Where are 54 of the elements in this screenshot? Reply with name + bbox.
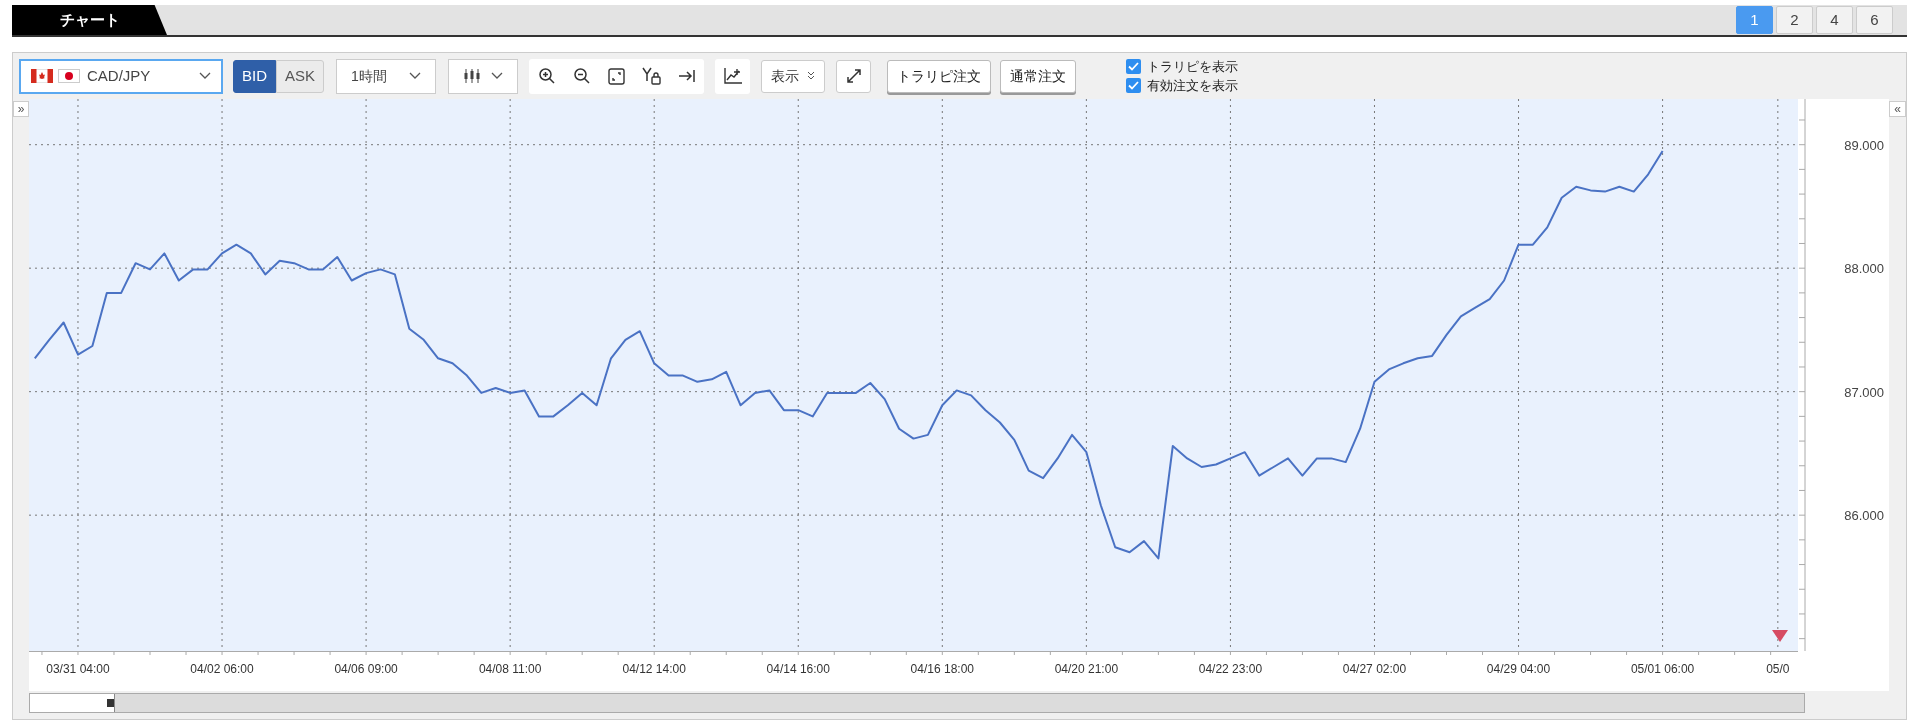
candlestick-icon bbox=[463, 68, 482, 84]
checkbox[interactable] bbox=[1126, 59, 1142, 74]
checkbox[interactable] bbox=[1126, 78, 1142, 93]
y-axis-label: 89.000 bbox=[1844, 137, 1884, 153]
checkbox-label: トラリピを表示 bbox=[1147, 59, 1239, 74]
x-axis-label: 04/12 14:00 bbox=[622, 662, 686, 676]
chevron-down-icon bbox=[199, 72, 211, 80]
y-axis-label: 87.000 bbox=[1844, 384, 1884, 400]
x-axis-label: 04/16 18:00 bbox=[910, 662, 974, 676]
layout-button[interactable]: 2 bbox=[1776, 6, 1813, 34]
chart-type-dropdown[interactable] bbox=[448, 58, 519, 94]
expand-panel-toggle[interactable]: » bbox=[13, 101, 29, 117]
symbol-label: CAD/JPY bbox=[87, 65, 151, 86]
add-indicator-button[interactable] bbox=[715, 58, 751, 94]
x-axis-label: 05/01 06:00 bbox=[1630, 662, 1695, 676]
x-axis-label: 04/29 04:00 bbox=[1486, 662, 1551, 676]
x-axis-label: 04/06 09:00 bbox=[334, 662, 398, 676]
chevron-down-icon bbox=[409, 72, 422, 80]
chevron-down-icon bbox=[491, 72, 504, 80]
canada-flag-icon bbox=[31, 69, 53, 83]
x-axis-label: 04/22 23:00 bbox=[1198, 662, 1263, 676]
symbol-dropdown[interactable]: CAD/JPY bbox=[19, 58, 223, 94]
x-axis-label: 04/27 02:00 bbox=[1342, 662, 1407, 676]
x-axis-label: 05/0 bbox=[1766, 662, 1790, 676]
scrollbar-handle[interactable] bbox=[107, 699, 114, 707]
price-side-toggle[interactable]: BID bbox=[233, 59, 276, 93]
x-axis-label: 04/02 06:00 bbox=[190, 662, 254, 676]
double-chevron-icon bbox=[807, 71, 816, 81]
checkbox-label: 有効注文を表示 bbox=[1147, 78, 1239, 93]
price-side-toggle[interactable]: ASK bbox=[276, 59, 325, 93]
timeframe-dropdown[interactable]: 1時間 bbox=[336, 58, 437, 94]
x-axis-label: 04/14 16:00 bbox=[766, 662, 830, 676]
layout-button[interactable]: 4 bbox=[1816, 6, 1853, 34]
y-axis-lock-icon bbox=[641, 67, 662, 85]
order-button[interactable]: トラリピ注文 bbox=[887, 59, 992, 93]
layout-button[interactable]: 6 bbox=[1856, 6, 1893, 34]
fit-screen-icon bbox=[608, 67, 626, 85]
triangle-marker-icon bbox=[1772, 630, 1788, 642]
zoom-in-icon bbox=[537, 67, 556, 85]
display-button[interactable]: 表示 bbox=[761, 59, 826, 93]
chart-tab[interactable]: チャート bbox=[12, 5, 167, 35]
chart-plus-icon bbox=[722, 67, 743, 85]
zoom-out-icon bbox=[572, 67, 591, 85]
x-axis-label: 04/20 21:00 bbox=[1054, 662, 1119, 676]
arrow-to-bar-icon bbox=[677, 69, 696, 83]
collapse-panel-toggle[interactable]: « bbox=[1889, 101, 1906, 117]
x-axis-label: 03/31 04:00 bbox=[46, 662, 110, 676]
order-button[interactable]: 通常注文 bbox=[1000, 59, 1077, 93]
y-axis-label: 86.000 bbox=[1844, 508, 1884, 524]
expand-icon bbox=[845, 68, 862, 84]
japan-flag-icon bbox=[58, 69, 80, 83]
y-axis-label: 88.000 bbox=[1844, 261, 1884, 277]
x-axis-label: 04/08 11:00 bbox=[478, 662, 542, 676]
expand-button[interactable] bbox=[836, 59, 872, 93]
